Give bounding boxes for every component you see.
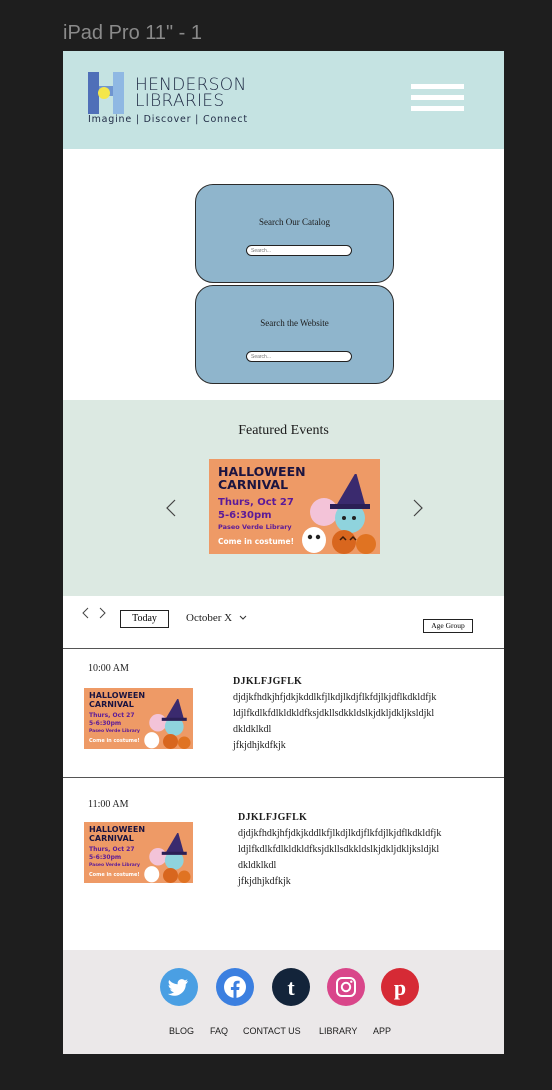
halloween-characters-illustration (144, 833, 191, 883)
thumb-title-line-2: CARNIVAL (89, 700, 134, 709)
divider (63, 648, 504, 649)
website-search-title: Search the Website (260, 318, 329, 328)
event-thumbnail[interactable]: HALLOWEEN CARNIVAL Thurs, Oct 27 5-6:30p… (84, 688, 193, 749)
description-line: dkldklkdl (233, 724, 272, 735)
thumb-place: Paseo Verde Library (89, 729, 140, 734)
featured-events-section: Featured Events HALLOWEEN CARNIVAL Thurs… (63, 400, 504, 596)
catalog-search-title: Search Our Catalog (259, 217, 330, 227)
thumb-time: 5-6:30pm (89, 720, 122, 727)
thumb-date: Thurs, Oct 27 (89, 846, 135, 853)
svg-text:t: t (287, 975, 295, 1000)
banner-date: Thurs, Oct 27 (218, 497, 294, 508)
event-time: 11:00 AM (88, 799, 129, 810)
footer-link-contact-us[interactable]: CONTACT US (243, 1026, 301, 1036)
calendar-prev-button[interactable] (82, 607, 90, 619)
pinterest-icon[interactable]: p (381, 968, 419, 1006)
halloween-characters-illustration (302, 474, 376, 554)
chevron-down-icon (239, 615, 247, 620)
twitter-icon[interactable] (160, 968, 198, 1006)
footer-link-blog[interactable]: BLOG (169, 1026, 194, 1036)
calendar-toolbar: Today October X Age Group (63, 596, 504, 650)
event-title[interactable]: DJKLFJGFLK (238, 812, 307, 823)
thumb-date: Thurs, Oct 27 (89, 712, 135, 719)
event-title[interactable]: DJKLFJGFLK (233, 676, 302, 687)
thumb-note: Come in costume! (89, 738, 140, 744)
month-label: October X (186, 612, 233, 624)
thumb-note: Come in costume! (89, 872, 140, 878)
footer-link-faq[interactable]: FAQ (210, 1026, 228, 1036)
calendar-next-button[interactable] (98, 607, 106, 619)
thumb-place: Paseo Verde Library (89, 863, 140, 868)
banner-note: Come in costume! (218, 537, 294, 546)
today-button[interactable]: Today (120, 610, 169, 628)
description-line: ldjlfkdlkfdlkldkldfksjdkllsdkkldslkjdklj… (233, 708, 435, 719)
tumblr-icon[interactable]: t (272, 968, 310, 1006)
logo-tagline: Imagine | Discover | Connect (88, 114, 248, 125)
thumb-title-line-1: HALLOWEEN (89, 691, 146, 700)
description-line: dkldklkdl (238, 860, 277, 871)
month-select[interactable]: October X (186, 612, 247, 624)
description-line: djdjkfhdkjhfjdkjkddlkfjlkdjlkdjflkfdjlkj… (238, 828, 442, 839)
event-thumbnail[interactable]: HALLOWEEN CARNIVAL Thurs, Oct 27 5-6:30p… (84, 822, 193, 883)
banner-place: Paseo Verde Library (218, 523, 292, 531)
event-time: 10:00 AM (88, 663, 129, 674)
thumb-title-line-2: CARNIVAL (89, 834, 134, 843)
featured-event-banner[interactable]: HALLOWEEN CARNIVAL Thurs, Oct 27 5-6:30p… (209, 459, 380, 554)
hamburger-menu-icon (411, 84, 464, 89)
site-header: HENDERSON LIBRARIES Imagine | Discover |… (63, 51, 504, 149)
site-footer: t p BLOG FAQ CONTACT US LIBRARY APP (63, 950, 504, 1054)
description-line: djdjkfhdkjhfjdkjkddlkfjlkdjlkdjflkfdjlkj… (233, 692, 437, 703)
carousel-prev-button[interactable] (164, 498, 178, 518)
henderson-logo-mark[interactable] (88, 72, 128, 114)
thumb-title-line-1: HALLOWEEN (89, 825, 146, 834)
description-line: jfkjdhjkdfkjk (238, 876, 291, 887)
logo-wordmark: HENDERSON LIBRARIES (135, 77, 246, 111)
catalog-search-input[interactable] (246, 245, 352, 256)
banner-title-line-2: CARNIVAL (218, 477, 289, 492)
divider (63, 777, 504, 778)
frame-label: iPad Pro 11" - 1 (63, 22, 203, 44)
catalog-search-panel: Search Our Catalog (195, 184, 394, 283)
banner-time: 5-6:30pm (218, 510, 272, 521)
footer-link-app[interactable]: APP (373, 1026, 391, 1036)
svg-text:p: p (394, 975, 406, 1000)
event-description: djdjkfhdkjhfjdkjkddlkfjlkdjlkdjflkfdjlkj… (233, 690, 478, 754)
description-line: ldjlfkdlkfdlkldkldfksjdkllsdkkldslkjdklj… (238, 844, 440, 855)
halloween-characters-illustration (144, 699, 191, 749)
thumb-time: 5-6:30pm (89, 854, 122, 861)
featured-events-title: Featured Events (238, 423, 329, 438)
carousel-next-button[interactable] (411, 498, 425, 518)
description-line: jfkjdhjkdfkjk (233, 740, 286, 751)
facebook-icon[interactable] (216, 968, 254, 1006)
event-description: djdjkfhdkjhfjdkjkddlkfjlkdjlkdjflkfdjlkj… (238, 826, 483, 890)
age-group-button[interactable]: Age Group (423, 619, 473, 633)
logo-line-2: LIBRARIES (135, 91, 225, 111)
ipad-page: HENDERSON LIBRARIES Imagine | Discover |… (63, 51, 504, 1054)
hamburger-menu-button[interactable] (411, 84, 464, 116)
website-search-input[interactable] (246, 351, 352, 362)
instagram-icon[interactable] (327, 968, 365, 1006)
website-search-panel: Search the Website (195, 285, 394, 384)
footer-link-library[interactable]: LIBRARY (319, 1026, 357, 1036)
